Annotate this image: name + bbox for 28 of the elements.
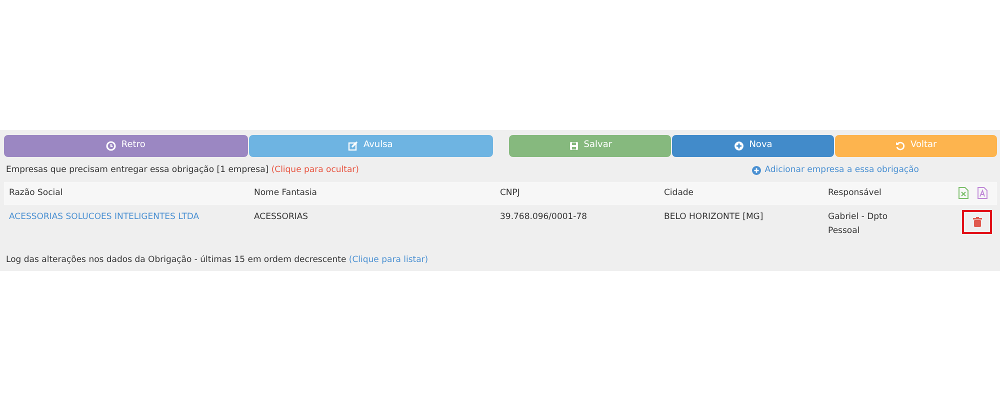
table-cell: BELO HORIZONTE [MG] [664,212,764,222]
edit-icon [348,141,358,151]
action-button[interactable]: Nova [672,135,834,157]
table-cell: 39.768.096/0001-78 [500,212,588,222]
toggle-link[interactable]: (Clique para ocultar) [271,165,359,175]
table-cell-text: Gabriel - Dpto Pessoal [828,211,889,238]
toggle-link[interactable]: (Clique para listar) [348,255,428,265]
plus-circle-icon [752,166,761,174]
section-title: Empresas que precisam entregar essa obrigação [1 empresa] [6,165,270,175]
action-button[interactable]: Voltar [835,135,998,157]
section-title: Log das alterações nos dados da Obrigação - últimas 15 em ordem decrescente [6,255,348,265]
trash-icon[interactable] [972,217,982,227]
add-company-link[interactable]: Adicionar empresa a essa obrigação [752,163,919,177]
column-header: Razão Social [9,188,63,198]
action-button[interactable]: Retro [4,135,248,157]
column-header: Cidade [664,188,694,198]
column-header: CNPJ [500,188,520,198]
clock-icon [106,141,116,151]
spreadsheet-file-icon[interactable] [958,186,969,199]
column-header: Nome Fantasia [254,188,318,198]
plus-circle-icon [734,141,744,151]
table-cell: ACESSORIAS [254,212,308,222]
column-header: Responsável [828,188,882,198]
action-button[interactable]: Salvar [509,135,672,157]
company-link[interactable]: ACESSORIAS SOLUCOES INTELIGENTES LTDA [9,212,200,222]
pdf-file-icon[interactable] [977,186,988,199]
undo-icon [895,141,906,151]
action-button[interactable]: Avulsa [248,135,492,157]
